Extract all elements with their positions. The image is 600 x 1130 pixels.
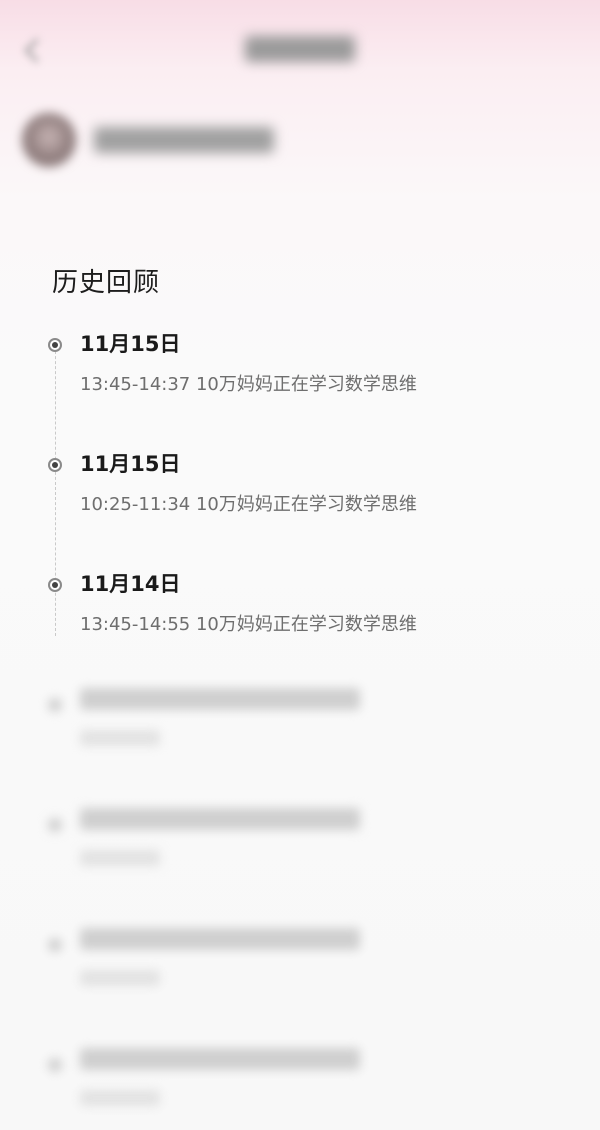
history-item-date: 11月15日 [80, 452, 181, 476]
history-item-date [80, 688, 360, 710]
header [0, 0, 600, 100]
history-item-description [80, 1090, 160, 1106]
history-item-description [80, 850, 160, 866]
history-item-blurred[interactable] [48, 928, 568, 1028]
radio-dot-icon [48, 338, 62, 352]
room-name [94, 127, 274, 153]
history-item[interactable]: 11月15日 13:45-14:37 10万妈妈正在学习数学思维 [48, 328, 568, 428]
radio-dot-icon [48, 458, 62, 472]
chevron-left-icon [24, 38, 49, 63]
history-item-description [80, 970, 160, 986]
section-title: 历史回顾 [52, 268, 161, 298]
history-item-description: 13:45-14:37 10万妈妈正在学习数学思维 [80, 374, 417, 395]
radio-dot-icon [48, 578, 62, 592]
history-item[interactable]: 11月14日 13:45-14:55 10万妈妈正在学习数学思维 [48, 568, 568, 668]
radio-dot-icon [48, 698, 62, 712]
history-item-blurred[interactable] [48, 808, 568, 908]
back-button[interactable] [22, 32, 50, 72]
header-title [245, 36, 355, 62]
history-item-date [80, 808, 360, 830]
radio-dot-icon [48, 938, 62, 952]
avatar[interactable] [22, 113, 76, 167]
history-item-date [80, 1048, 360, 1070]
radio-dot-icon [48, 818, 62, 832]
history-item-date: 11月14日 [80, 572, 181, 596]
room-profile[interactable] [22, 110, 352, 170]
history-item-date: 11月15日 [80, 332, 181, 356]
history-item-description [80, 730, 160, 746]
history-item-description: 13:45-14:55 10万妈妈正在学习数学思维 [80, 614, 417, 635]
history-item-description: 10:25-11:34 10万妈妈正在学习数学思维 [80, 494, 417, 515]
history-item-blurred[interactable] [48, 688, 568, 788]
radio-dot-icon [48, 1058, 62, 1072]
history-item-blurred[interactable] [48, 1048, 568, 1130]
history-item[interactable]: 11月15日 10:25-11:34 10万妈妈正在学习数学思维 [48, 448, 568, 548]
history-item-date [80, 928, 360, 950]
